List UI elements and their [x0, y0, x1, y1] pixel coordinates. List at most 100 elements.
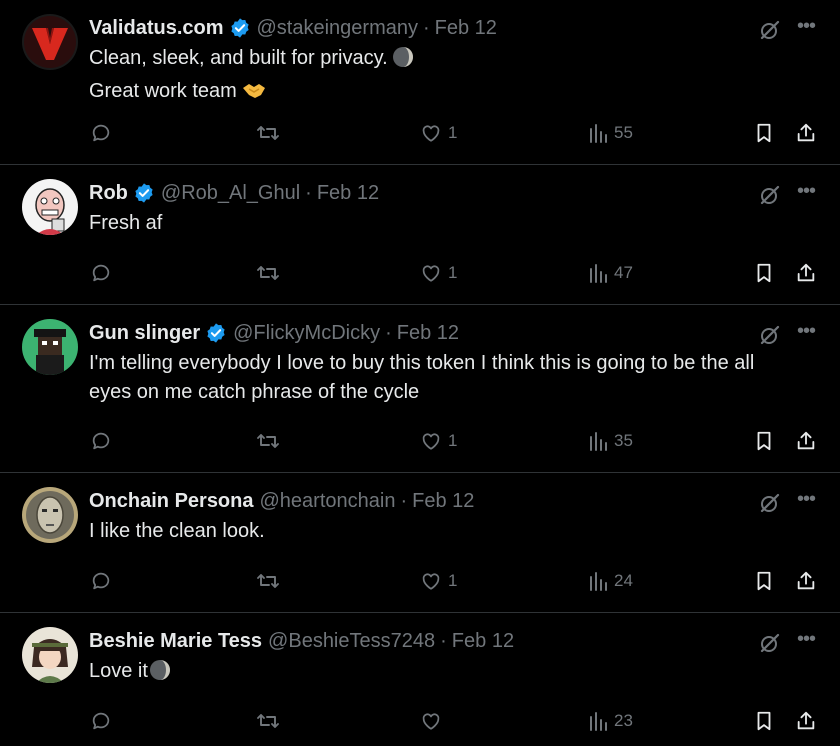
- tweet-text: Clean, sleek, and built for privacy. Gre…: [89, 44, 824, 110]
- views-button[interactable]: 24: [588, 566, 633, 596]
- views-button[interactable]: 47: [588, 258, 633, 288]
- like-button[interactable]: 1: [420, 566, 457, 596]
- tweet-date[interactable]: Feb 12: [412, 490, 474, 513]
- action-bar: 1 55: [0, 118, 840, 148]
- action-bar: 1 35: [0, 426, 840, 456]
- author-name[interactable]: Beshie Marie Tess: [89, 630, 262, 653]
- tweet-date[interactable]: Feb 12: [435, 17, 497, 40]
- cartoon-face-avatar[interactable]: [22, 179, 78, 235]
- views-button[interactable]: 55: [588, 118, 633, 148]
- more-options-icon[interactable]: •••: [794, 321, 818, 345]
- tweet[interactable]: Onchain Persona @heartonchain · Feb 12 •…: [0, 473, 840, 613]
- share-button[interactable]: [795, 566, 817, 596]
- more-options-icon[interactable]: •••: [794, 16, 818, 40]
- separator-dot: ·: [385, 321, 392, 344]
- author-name[interactable]: Gun slinger: [89, 322, 200, 345]
- grok-icon[interactable]: [758, 323, 782, 347]
- views-count: 47: [614, 263, 633, 282]
- bookmark-button[interactable]: [753, 706, 775, 736]
- tweet[interactable]: Rob @Rob_Al_Ghul · Feb 12 ••• Fresh af 1…: [0, 165, 840, 305]
- reply-button[interactable]: [90, 118, 112, 148]
- tweet-text-line: Fresh af: [89, 212, 163, 234]
- verified-badge-icon: [205, 322, 227, 344]
- red-v-logo-avatar[interactable]: [22, 14, 78, 70]
- like-button[interactable]: 1: [420, 426, 457, 456]
- more-options-icon[interactable]: •••: [794, 489, 818, 513]
- like-count: 1: [448, 123, 458, 142]
- tweet-text: Fresh af: [89, 209, 824, 238]
- views-button[interactable]: 23: [588, 706, 633, 736]
- tweet-date[interactable]: Feb 12: [397, 322, 459, 345]
- author-handle[interactable]: @BeshieTess7248: [268, 630, 435, 653]
- like-button[interactable]: 1: [420, 258, 457, 288]
- tweet-text-line: I like the clean look.: [89, 520, 265, 542]
- tweet-text-line: Great work team: [89, 80, 237, 102]
- author-name[interactable]: Validatus.com: [89, 17, 224, 40]
- retweet-button[interactable]: [256, 566, 280, 596]
- grok-icon[interactable]: [758, 631, 782, 655]
- tweet-text: I like the clean look.: [89, 517, 824, 546]
- tweet-text-line: Clean, sleek, and built for privacy.: [89, 47, 388, 69]
- tweet-text-line: eyes on me catch phrase of the cycle: [89, 381, 420, 403]
- more-options-icon[interactable]: •••: [794, 629, 818, 653]
- pixel-character-avatar[interactable]: [22, 319, 78, 375]
- reply-button[interactable]: [90, 426, 112, 456]
- anime-girl-avatar[interactable]: [22, 627, 78, 683]
- tweet[interactable]: Beshie Marie Tess @BeshieTess7248 · Feb …: [0, 613, 840, 746]
- share-button[interactable]: [795, 258, 817, 288]
- like-count: 1: [448, 263, 458, 282]
- retweet-button[interactable]: [256, 426, 280, 456]
- reply-button[interactable]: [90, 258, 112, 288]
- action-bar: 1 24: [0, 566, 840, 596]
- bookmark-button[interactable]: [753, 426, 775, 456]
- like-count: 1: [448, 571, 458, 590]
- tweet-date[interactable]: Feb 12: [452, 630, 514, 653]
- bookmark-button[interactable]: [753, 258, 775, 288]
- like-button[interactable]: [420, 706, 448, 736]
- tweet[interactable]: Validatus.com @stakeingermany · Feb 12 •…: [0, 0, 840, 165]
- gold-mask-avatar[interactable]: [22, 487, 78, 543]
- verified-badge-icon: [229, 17, 251, 39]
- more-options-icon[interactable]: •••: [794, 181, 818, 205]
- verified-badge-icon: [133, 182, 155, 204]
- tweet[interactable]: Gun slinger @FlickyMcDicky · Feb 12 ••• …: [0, 305, 840, 473]
- handshake-emoji: [241, 79, 267, 110]
- share-button[interactable]: [795, 426, 817, 456]
- author-name[interactable]: Onchain Persona: [89, 490, 254, 513]
- separator-dot: ·: [305, 181, 312, 204]
- retweet-button[interactable]: [256, 706, 280, 736]
- author-handle[interactable]: @Rob_Al_Ghul: [161, 182, 300, 205]
- author-handle[interactable]: @FlickyMcDicky: [233, 322, 380, 345]
- grok-icon[interactable]: [758, 18, 782, 42]
- retweet-button[interactable]: [256, 118, 280, 148]
- author-handle[interactable]: @heartonchain: [260, 490, 396, 513]
- action-bar: 23: [0, 706, 840, 736]
- author-name[interactable]: Rob: [89, 182, 128, 205]
- reply-button[interactable]: [90, 706, 112, 736]
- grok-icon[interactable]: [758, 491, 782, 515]
- reply-button[interactable]: [90, 566, 112, 596]
- share-button[interactable]: [795, 118, 817, 148]
- tweet-text: Love it: [89, 657, 824, 690]
- share-button[interactable]: [795, 706, 817, 736]
- views-count: 55: [614, 123, 633, 142]
- views-button[interactable]: 35: [588, 426, 633, 456]
- bookmark-button[interactable]: [753, 118, 775, 148]
- author-handle[interactable]: @stakeingermany: [257, 17, 418, 40]
- retweet-button[interactable]: [256, 258, 280, 288]
- views-count: 24: [614, 571, 633, 590]
- separator-dot: ·: [422, 16, 430, 39]
- action-bar: 1 47: [0, 258, 840, 288]
- tweet-text-line: I'm telling everybody I love to buy this…: [89, 352, 755, 374]
- bookmark-button[interactable]: [753, 566, 775, 596]
- moon-emoji: [149, 659, 171, 690]
- like-count: 1: [448, 431, 458, 450]
- tweet-date[interactable]: Feb 12: [317, 182, 379, 205]
- separator-dot: ·: [440, 629, 447, 652]
- grok-icon[interactable]: [758, 183, 782, 207]
- like-button[interactable]: 1: [420, 118, 457, 148]
- tweet-text-line: Love it: [89, 660, 148, 682]
- moon-emoji: [392, 46, 414, 77]
- views-count: 23: [614, 711, 633, 730]
- tweet-text: I'm telling everybody I love to buy this…: [89, 349, 824, 407]
